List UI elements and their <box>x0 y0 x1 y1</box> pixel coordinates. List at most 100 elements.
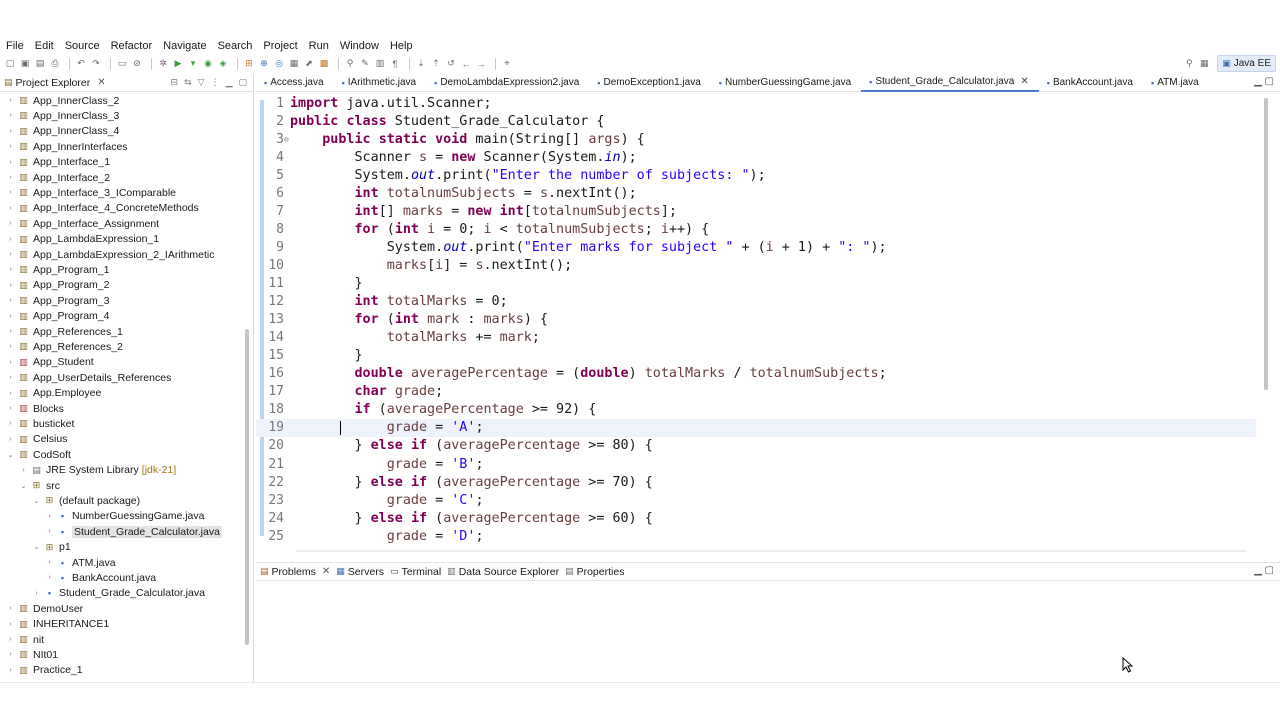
menu-search[interactable]: Search <box>218 40 253 52</box>
chevron-right-icon[interactable]: › <box>6 174 15 181</box>
mark-occurrences-icon[interactable]: ✎ <box>359 58 371 70</box>
chevron-right-icon[interactable]: › <box>6 343 15 350</box>
code-line[interactable]: 14 totalMarks += mark; <box>256 329 1256 347</box>
perspective-switcher[interactable]: ▣ Java EE <box>1217 55 1276 72</box>
open-perspective-icon[interactable]: ▦ <box>1198 58 1210 70</box>
tab-problems[interactable]: ▤ Problems ✕ <box>260 566 330 578</box>
tab-data-source-explorer[interactable]: ▥ Data Source Explorer <box>447 566 559 578</box>
code-line[interactable]: 23 grade = 'C'; <box>256 491 1256 509</box>
block-selection-icon[interactable]: ▥ <box>374 58 386 70</box>
code-line[interactable]: 8 for (int i = 0; i < totalnumSubjects; … <box>256 220 1256 238</box>
menu-run[interactable]: Run <box>309 40 329 52</box>
code-line[interactable]: 9 System. out .print("Enter marks for subj… <box>256 238 1256 256</box>
chevron-right-icon[interactable]: › <box>6 328 15 335</box>
close-icon[interactable]: ✕ <box>322 566 330 577</box>
editor-tab[interactable]: ▪ BankAccount.java <box>1039 74 1143 92</box>
new-icon[interactable]: ▢ <box>4 58 16 70</box>
code-line[interactable]: 24 } else if (averagePercentage >= 60) { <box>256 509 1256 527</box>
code-line[interactable]: 6 int totalnumSubjects = s .nextInt(); <box>256 184 1256 202</box>
chevron-down-icon[interactable]: ⌄ <box>19 482 28 490</box>
menu-edit[interactable]: Edit <box>35 40 54 52</box>
chevron-right-icon[interactable]: › <box>6 605 15 612</box>
code-line[interactable]: 25 grade = 'D'; <box>256 527 1256 545</box>
save-all-icon[interactable]: ▤ <box>34 58 46 70</box>
editor-scrollbar[interactable] <box>1264 98 1268 390</box>
chevron-right-icon[interactable]: › <box>6 390 15 397</box>
search-icon[interactable]: ⚲ <box>1183 58 1195 70</box>
tree-item[interactable]: › ▥ App_Program_4 <box>6 309 109 324</box>
close-icon[interactable]: ✕ <box>1020 76 1028 87</box>
editor-tab[interactable]: ▪ DemoException1.java <box>589 74 710 92</box>
code-line[interactable]: 11 } <box>256 275 1256 293</box>
tree-item[interactable]: › ▥ NIt01 <box>6 647 58 662</box>
chevron-right-icon[interactable]: › <box>45 513 54 520</box>
tree-item[interactable]: › ▥ INHERITANCE1 <box>6 617 109 632</box>
chevron-right-icon[interactable]: › <box>6 143 15 150</box>
tree-item[interactable]: › ▪ Student_Grade_Calculator.java <box>45 524 222 539</box>
link-editor-icon[interactable]: ⇆ <box>184 77 192 88</box>
show-whitespace-icon[interactable]: ¶ <box>389 58 401 70</box>
print-icon[interactable]: ⎙ <box>49 58 61 70</box>
chevron-right-icon[interactable]: › <box>45 574 54 581</box>
chevron-right-icon[interactable]: › <box>6 251 15 258</box>
debug-icon[interactable]: ✲ <box>157 58 169 70</box>
chevron-right-icon[interactable]: › <box>19 467 28 474</box>
maximize-icon[interactable]: ▢ <box>1265 565 1274 576</box>
tree-item[interactable]: ⌄ ⊞ (default package) <box>32 493 141 508</box>
minimize-icon[interactable]: ▁ <box>1254 565 1262 576</box>
chevron-right-icon[interactable]: › <box>6 128 15 135</box>
tree-item[interactable]: ⌄ ⊞ src <box>19 478 60 493</box>
code-line[interactable]: 10 marks[i] = s .nextInt(); <box>256 256 1256 274</box>
code-line[interactable]: 20 } else if (averagePercentage >= 80) { <box>256 437 1256 455</box>
chevron-down-icon[interactable]: ⌄ <box>32 497 41 505</box>
chevron-right-icon[interactable]: › <box>6 189 15 196</box>
maximize-icon[interactable]: ▢ <box>238 77 247 88</box>
tree-item[interactable]: › ▤ JRE System Library [jdk-21] <box>19 463 176 478</box>
tree-item[interactable]: › ▪ NumberGuessingGame.java <box>45 509 204 524</box>
external-tools-icon[interactable]: ◈ <box>217 58 229 70</box>
chevron-right-icon[interactable]: › <box>6 374 15 381</box>
tree-item[interactable]: › ▥ DemoUser <box>6 601 83 616</box>
tree-item[interactable]: › ▪ Student_Grade_Calculator.java <box>32 586 205 601</box>
code-line[interactable]: 17 char grade; <box>256 383 1256 401</box>
run-icon[interactable]: ▶ <box>172 58 184 70</box>
menu-file[interactable]: File <box>6 40 24 52</box>
tree-item[interactable]: › ▥ App_Student <box>6 355 93 370</box>
editor-tab[interactable]: ▪ IArithmetic.java <box>334 74 427 92</box>
tree-item[interactable]: › ▥ App_InnerInterfaces <box>6 139 127 154</box>
menu-help[interactable]: Help <box>390 40 413 52</box>
chevron-right-icon[interactable]: › <box>45 559 54 566</box>
chevron-right-icon[interactable]: › <box>6 112 15 119</box>
code-area[interactable]: 1 import java.util.Scanner; 2 public clas… <box>256 94 1266 546</box>
tree-item[interactable]: › ▪ ATM.java <box>45 555 115 570</box>
code-line[interactable]: 2 public class Student_Grade_Calculator … <box>256 112 1256 130</box>
chevron-right-icon[interactable]: › <box>6 636 15 643</box>
chevron-right-icon[interactable]: › <box>6 359 15 366</box>
editor-tab[interactable]: ▪ NumberGuessingGame.java <box>711 74 861 92</box>
menu-source[interactable]: Source <box>65 40 100 52</box>
new-class-icon[interactable]: ◎ <box>273 58 285 70</box>
code-line[interactable]: 12 int totalMarks = 0; <box>256 293 1256 311</box>
tree-item[interactable]: ⌄ ▥ CodSoft <box>6 447 71 462</box>
menu-window[interactable]: Window <box>340 40 379 52</box>
chevron-right-icon[interactable]: › <box>6 159 15 166</box>
tree-item[interactable]: › ▥ App_Interface_Assignment <box>6 216 159 231</box>
chevron-right-icon[interactable]: › <box>6 297 15 304</box>
new-package-icon[interactable]: ⊕ <box>258 58 270 70</box>
explorer-scrollbar[interactable] <box>245 329 249 645</box>
view-menu-icon[interactable]: ⋮ <box>211 77 220 88</box>
code-line[interactable]: 15 } <box>256 347 1256 365</box>
new-java-project-icon[interactable]: ⊞ <box>243 58 255 70</box>
tree-item[interactable]: › ▥ App_InnerClass_2 <box>6 93 119 108</box>
search-toolbar-icon[interactable]: ⚲ <box>344 58 356 70</box>
filter-icon[interactable]: ▽ <box>198 77 205 88</box>
code-line[interactable]: 21 grade = 'B'; <box>256 455 1256 473</box>
chevron-right-icon[interactable]: › <box>6 667 15 674</box>
forward-icon[interactable]: → <box>475 58 487 70</box>
chevron-right-icon[interactable]: › <box>6 236 15 243</box>
tree-item[interactable]: › ▥ App_InnerClass_3 <box>6 108 119 123</box>
chevron-right-icon[interactable]: › <box>6 205 15 212</box>
tab-servers[interactable]: ▦ Servers <box>336 566 384 578</box>
terminal-icon[interactable]: ▭ <box>116 58 128 70</box>
tree-item[interactable]: › ▥ App_Interface_4_ConcreteMethods <box>6 201 198 216</box>
